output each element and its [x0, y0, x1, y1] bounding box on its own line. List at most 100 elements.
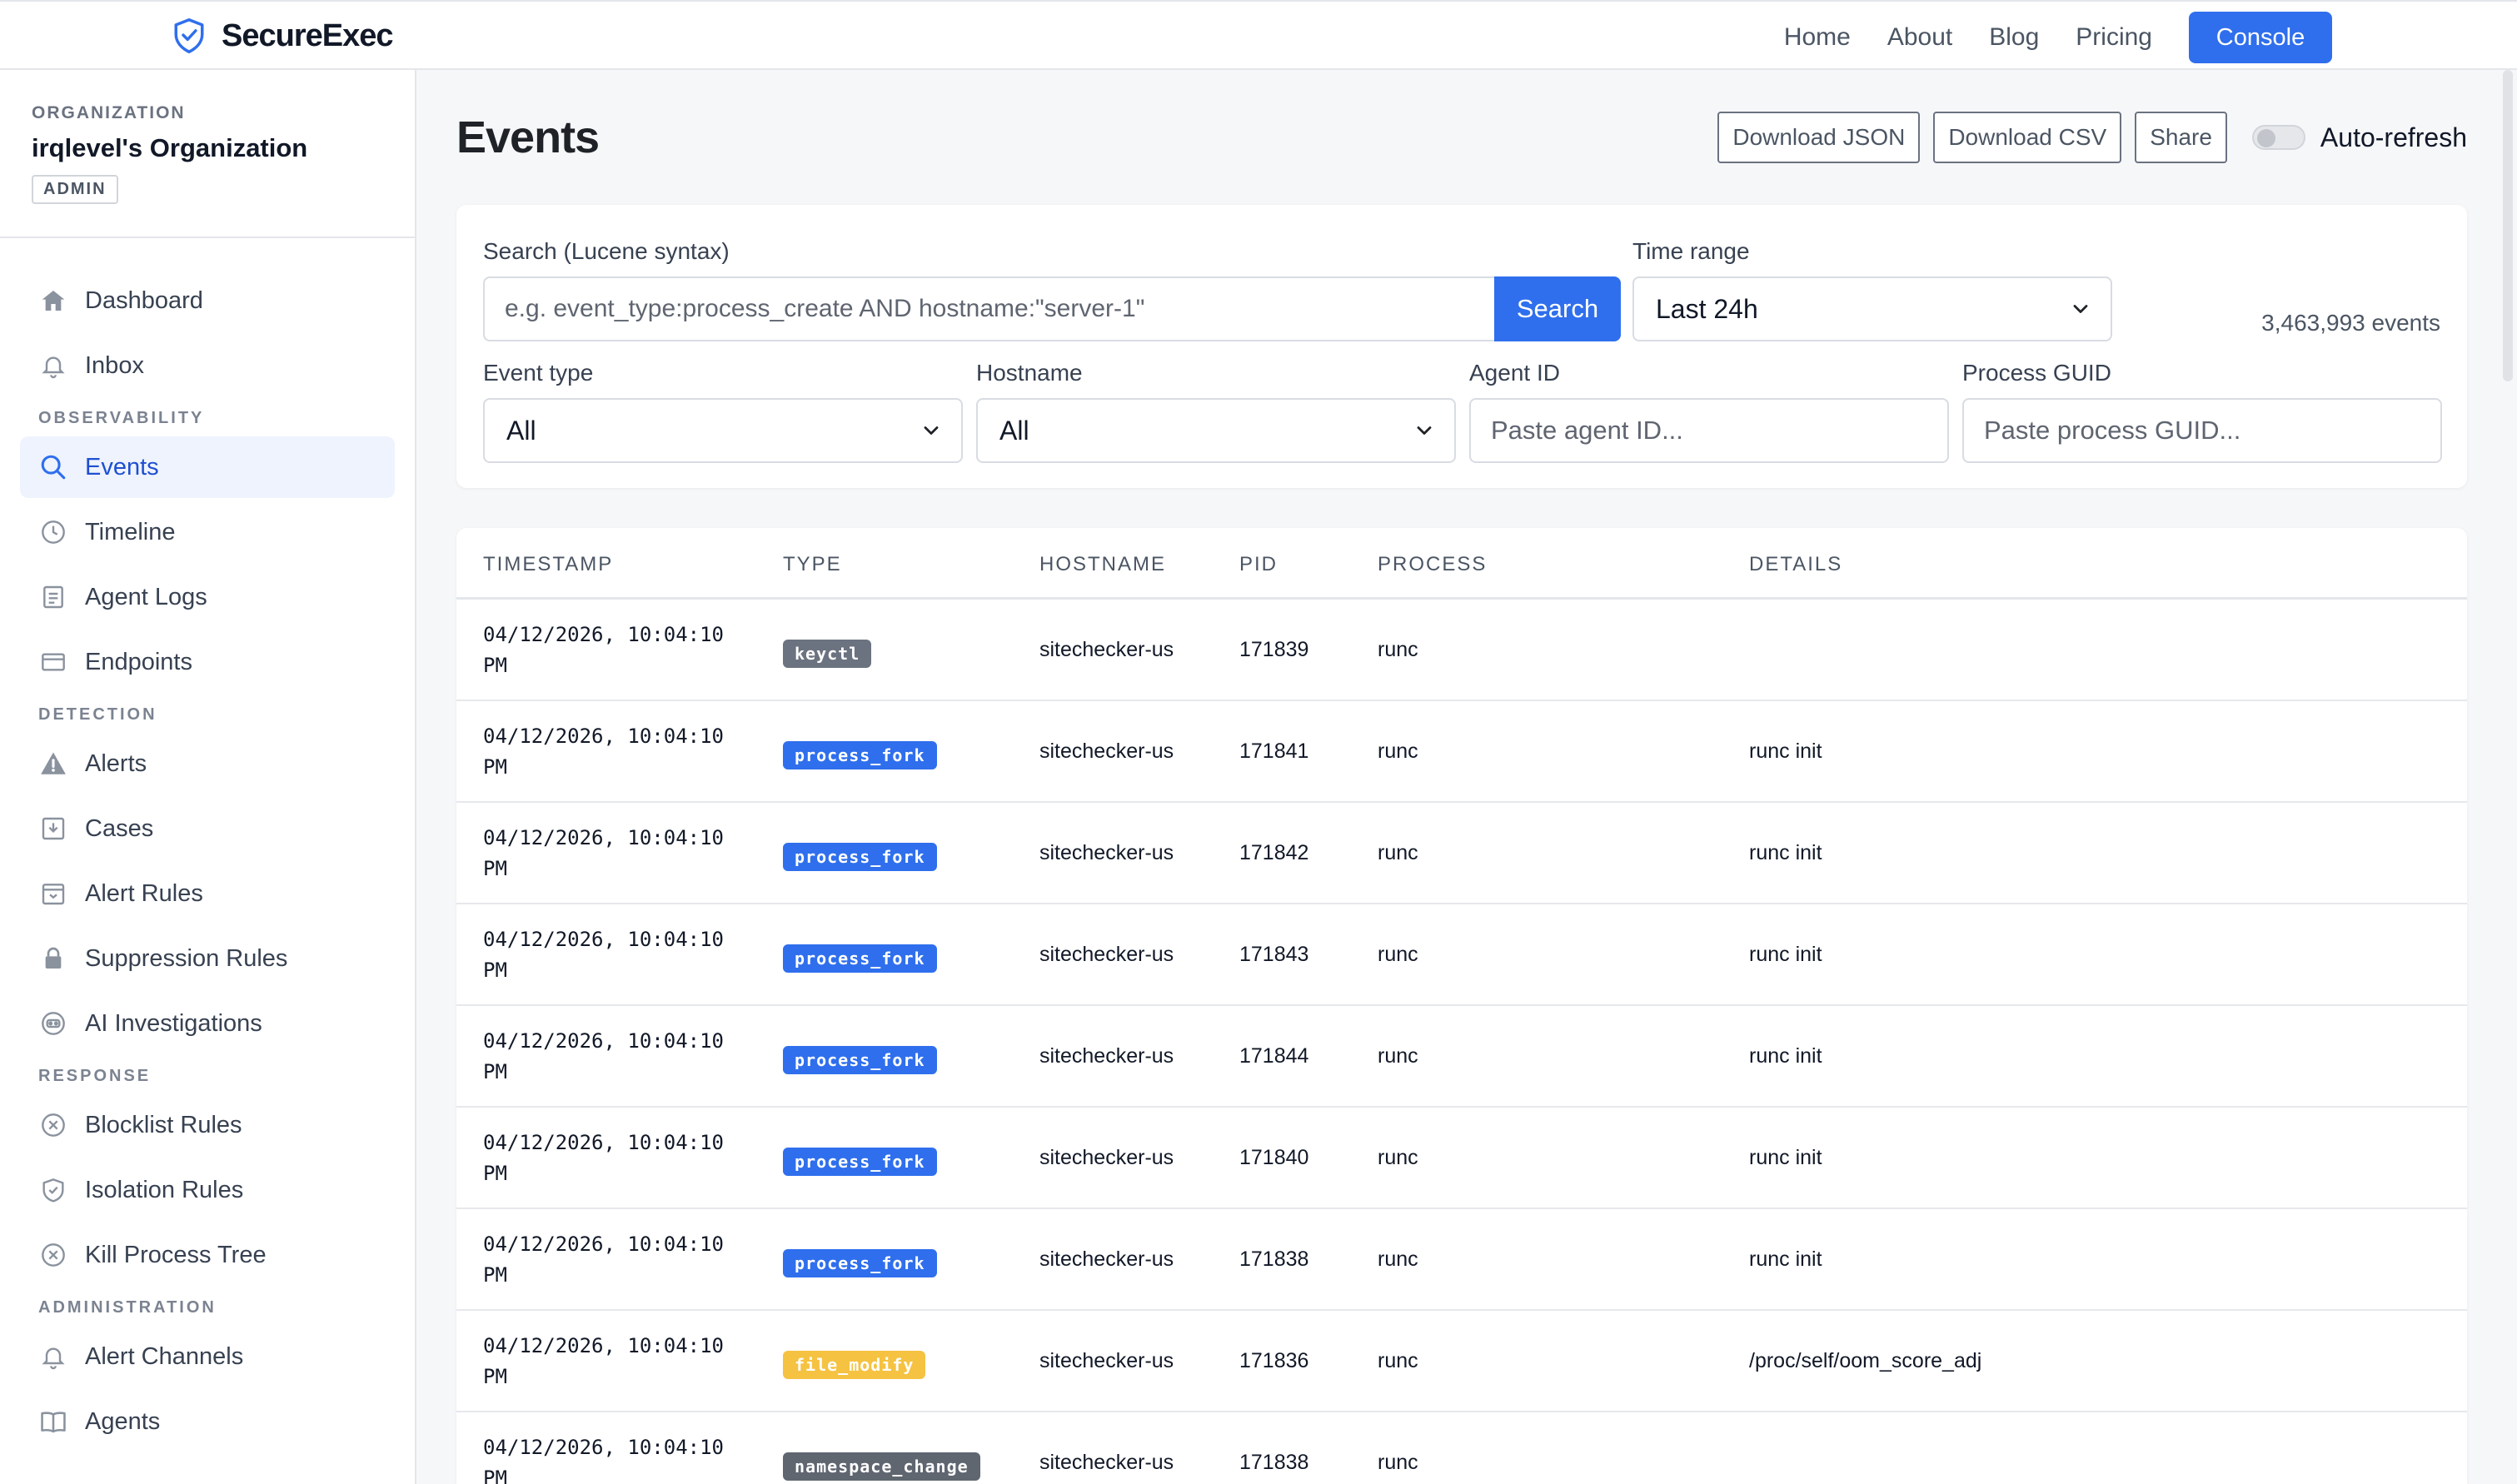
details-cell: runc init: [1749, 1044, 1822, 1068]
scrollbar-thumb[interactable]: [2503, 70, 2513, 381]
sidebar-item-suppression-rules[interactable]: Suppression Rules: [20, 928, 395, 989]
table-row[interactable]: 04/12/2026, 10:04:10 PM process_fork sitech…: [456, 803, 2467, 904]
download-csv-button[interactable]: Download CSV: [1933, 112, 2122, 163]
event-type-badge[interactable]: keyctl: [783, 640, 872, 668]
details-cell: runc init: [1749, 740, 1822, 763]
sidebar-item-dashboard[interactable]: Dashboard: [20, 270, 395, 331]
section-label-detection: DETECTION: [38, 705, 157, 724]
event-type-badge[interactable]: file_modify: [783, 1351, 926, 1379]
column-header-pid[interactable]: PID: [1239, 553, 1278, 576]
table-row[interactable]: 04/12/2026, 10:04:10 PM namespace_change si…: [456, 1412, 2467, 1484]
chevron-down-icon: [920, 419, 943, 442]
sidebar-item-label: Alert Rules: [85, 879, 203, 907]
event-type-badge[interactable]: process_fork: [783, 741, 937, 769]
table-row[interactable]: 04/12/2026, 10:04:10 PM process_fork sitech…: [456, 1209, 2467, 1311]
warning-icon: [37, 747, 70, 780]
nav-link-about[interactable]: About: [1887, 23, 1952, 52]
process-cell: runc: [1378, 1044, 1418, 1068]
column-header-details[interactable]: DETAILS: [1749, 553, 1842, 576]
event-type-badge[interactable]: process_fork: [783, 1148, 937, 1176]
sidebar-item-label: AI Investigations: [85, 1009, 262, 1037]
table-row[interactable]: 04/12/2026, 10:04:10 PM process_fork sitech…: [456, 1006, 2467, 1108]
hostname-cell: sitechecker-us: [1039, 740, 1174, 763]
search-button[interactable]: Search: [1494, 276, 1621, 341]
sidebar-item-alert-channels[interactable]: Alert Channels: [20, 1326, 395, 1387]
sidebar-item-label: Agent Logs: [85, 583, 207, 610]
column-header-process[interactable]: PROCESS: [1378, 553, 1487, 576]
download-json-button[interactable]: Download JSON: [1717, 112, 1921, 163]
column-header-timestamp[interactable]: TIMESTAMP: [483, 553, 613, 576]
section-label-response: RESPONSE: [38, 1067, 152, 1085]
auto-refresh-toggle[interactable]: [2251, 125, 2305, 150]
nav-link-pricing[interactable]: Pricing: [2076, 23, 2152, 52]
hostname-cell: sitechecker-us: [1039, 1349, 1174, 1372]
details-cell: runc init: [1749, 943, 1822, 966]
sidebar-item-blocklist-rules[interactable]: Blocklist Rules: [20, 1094, 395, 1156]
sidebar-item-label: Alerts: [85, 749, 147, 777]
page-scrollbar[interactable]: [2499, 70, 2517, 1484]
organization-panel: ORGANIZATION irqlevel's Organization ADM…: [0, 70, 415, 238]
process-cell: runc: [1378, 1247, 1418, 1271]
sidebar-item-ai-investigations[interactable]: AI Investigations: [20, 993, 395, 1054]
console-button[interactable]: Console: [2189, 12, 2332, 63]
sidebar-item-label: Events: [85, 453, 159, 481]
share-button[interactable]: Share: [2135, 112, 2227, 163]
page-title: Events: [456, 112, 600, 162]
agent-id-input[interactable]: [1469, 398, 1949, 463]
sidebar-item-alerts[interactable]: Alerts: [20, 733, 395, 794]
table-row[interactable]: 04/12/2026, 10:04:10 PM file_modify siteche…: [456, 1311, 2467, 1412]
timestamp-cell: 04/12/2026, 10:04:10 PM: [483, 721, 724, 783]
sidebar-item-timeline[interactable]: Timeline: [20, 501, 395, 563]
sidebar-item-inbox[interactable]: Inbox: [20, 335, 395, 396]
column-header-type[interactable]: TYPE: [783, 553, 842, 576]
time-range-select[interactable]: Last 24h: [1632, 276, 2112, 341]
timestamp-ampm: PM: [483, 1467, 507, 1484]
column-header-hostname[interactable]: HOSTNAME: [1039, 553, 1166, 576]
event-type-badge[interactable]: process_fork: [783, 843, 937, 871]
timestamp-cell: 04/12/2026, 10:04:10 PM: [483, 1331, 724, 1392]
event-type-badge[interactable]: process_fork: [783, 1249, 937, 1277]
timestamp-date: 04/12/2026, 10:04:10: [483, 1334, 724, 1357]
pid-cell: 171839: [1239, 638, 1309, 661]
sidebar-item-endpoints[interactable]: Endpoints: [20, 631, 395, 693]
process-cell: runc: [1378, 943, 1418, 966]
filter-panel: Search (Lucene syntax) Search Time range…: [456, 205, 2467, 488]
sidebar-item-label: Alert Channels: [85, 1342, 244, 1370]
event-type-badge[interactable]: process_fork: [783, 944, 937, 973]
table-row[interactable]: 04/12/2026, 10:04:10 PM keyctl sitechecker-…: [456, 600, 2467, 701]
search-input[interactable]: [483, 276, 1494, 341]
sidebar-item-label: Inbox: [85, 351, 144, 379]
lock-icon: [37, 942, 70, 975]
event-type-select[interactable]: All: [483, 398, 963, 463]
x-circle-icon: [37, 1108, 70, 1142]
page-actions: Download JSON Download CSV Share Auto-re…: [1717, 112, 2467, 163]
sidebar-item-events[interactable]: Events: [20, 436, 395, 498]
table-row[interactable]: 04/12/2026, 10:04:10 PM process_fork sitech…: [456, 701, 2467, 803]
timestamp-ampm: PM: [483, 1365, 507, 1388]
nav-link-home[interactable]: Home: [1784, 23, 1851, 52]
calendar-icon: [37, 877, 70, 910]
search-icon: [37, 451, 70, 484]
hostname-select[interactable]: All: [976, 398, 1456, 463]
timestamp-ampm: PM: [483, 755, 507, 779]
pid-cell: 171843: [1239, 943, 1309, 966]
sidebar-item-label: Dashboard: [85, 286, 203, 314]
sidebar-item-alert-rules[interactable]: Alert Rules: [20, 863, 395, 924]
table-row[interactable]: 04/12/2026, 10:04:10 PM process_fork sitech…: [456, 904, 2467, 1006]
organization-name[interactable]: irqlevel's Organization: [32, 133, 383, 163]
sidebar-item-kill-process-tree[interactable]: Kill Process Tree: [20, 1224, 395, 1286]
sidebar-item-agent-logs[interactable]: Agent Logs: [20, 566, 395, 628]
brand-logo[interactable]: SecureExec: [172, 17, 393, 55]
chevron-down-icon: [1413, 419, 1436, 442]
sidebar-item-cases[interactable]: Cases: [20, 798, 395, 859]
hostname-cell: sitechecker-us: [1039, 1146, 1174, 1169]
timestamp-date: 04/12/2026, 10:04:10: [483, 1029, 724, 1053]
table-row[interactable]: 04/12/2026, 10:04:10 PM process_fork sitech…: [456, 1108, 2467, 1209]
process-guid-input[interactable]: [1962, 398, 2442, 463]
event-type-badge[interactable]: namespace_change: [783, 1452, 980, 1481]
sidebar-item-agents[interactable]: Agents: [20, 1391, 395, 1452]
event-type-badge[interactable]: process_fork: [783, 1046, 937, 1074]
sidebar-item-isolation-rules[interactable]: Isolation Rules: [20, 1159, 395, 1221]
nav-link-blog[interactable]: Blog: [1989, 23, 2039, 52]
document-icon: [37, 580, 70, 614]
